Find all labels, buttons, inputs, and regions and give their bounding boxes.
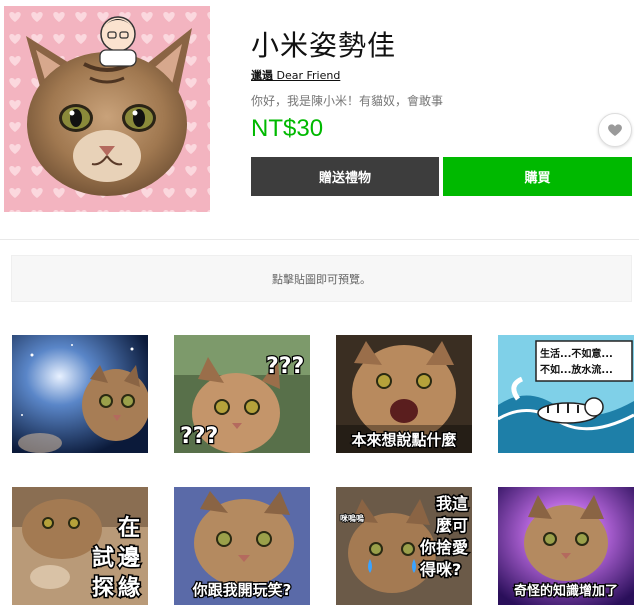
sticker-caption: 試: [92, 545, 114, 571]
sticker-caption: 咪嗚嗚: [340, 513, 364, 523]
sticker-caption: ???: [180, 424, 218, 449]
sticker-caption: ???: [266, 354, 304, 379]
section-divider: [0, 239, 639, 240]
sticker-item[interactable]: [12, 335, 148, 453]
sticker-caption: 得咪?: [419, 560, 461, 579]
sticker-caption: 探: [92, 575, 114, 601]
sticker-caption: 本來想說點什麼: [351, 431, 456, 449]
sticker-caption: 我這: [436, 494, 468, 513]
sticker-item[interactable]: 生活...不如意... 不如...放水流...: [498, 335, 634, 453]
favorite-button[interactable]: [598, 113, 632, 147]
heart-icon: [608, 124, 622, 136]
author-icon: 邋遢: [251, 69, 273, 82]
sticker-title: 小米姿勢佳: [251, 29, 397, 62]
sticker-caption: 邊: [118, 545, 140, 571]
sticker-caption: 麼可: [436, 516, 468, 535]
sticker-price: NT$30: [251, 115, 324, 142]
sticker-caption: 緣: [118, 575, 140, 601]
sticker-caption: 生活...不如意...: [540, 347, 613, 360]
sticker-item[interactable]: ??? ???: [174, 335, 310, 453]
sticker-description: 你好，我是陳小米！有貓奴，會敢事: [251, 94, 444, 108]
sticker-main-image: [4, 6, 210, 212]
sticker-item[interactable]: 你跟我開玩笑?: [174, 487, 310, 605]
sticker-caption: 奇怪的知識增加了: [514, 583, 618, 599]
sticker-caption: 你跟我開玩笑?: [192, 581, 292, 599]
author-name: Dear Friend: [276, 69, 341, 82]
buy-button[interactable]: 購買: [443, 157, 632, 196]
gift-button[interactable]: 贈送禮物: [251, 157, 439, 196]
sticker-item[interactable]: 咪嗚嗚 我這 麼可 你捨 愛 得咪?: [336, 487, 472, 605]
sticker-caption: 愛: [452, 538, 468, 557]
author-link[interactable]: 邋遢 Dear Friend: [251, 67, 340, 83]
sticker-caption: 你捨: [419, 538, 453, 557]
sticker-item[interactable]: 本來想說點什麼: [336, 335, 472, 453]
sticker-caption: 不如...放水流...: [540, 363, 613, 376]
sticker-item[interactable]: 奇怪的知識增加了: [498, 487, 634, 605]
sticker-item[interactable]: 在 試 邊 探 緣: [12, 487, 148, 605]
preview-hint: 點擊貼圖即可預覽。: [11, 255, 632, 302]
sticker-caption: 在: [118, 515, 140, 541]
